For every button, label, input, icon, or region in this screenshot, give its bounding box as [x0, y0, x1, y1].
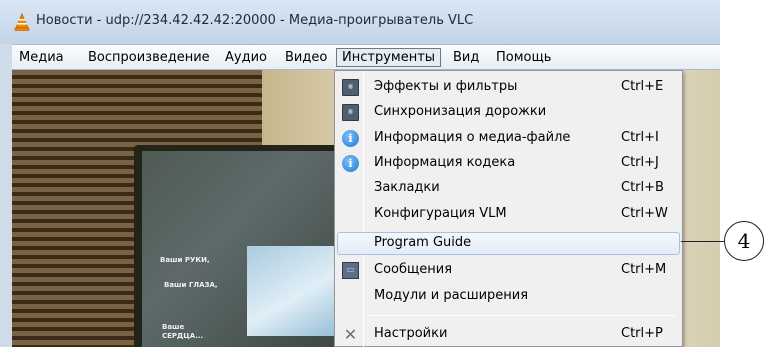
callout-leader-line [681, 241, 724, 242]
menu-item-program-guide[interactable]: Program Guide [337, 232, 680, 255]
menu-item-label: Информация о медиа-файле [374, 130, 571, 145]
menu-item-shortcut: Ctrl+J [621, 155, 659, 170]
menu-item-media-info[interactable]: i Информация о медиа-файле Ctrl+I [337, 127, 680, 150]
menu-item-label: Закладки [374, 180, 440, 195]
menu-item-plugins-extensions[interactable]: Модули и расширения [337, 285, 680, 308]
tools-menu-dropdown: ▤ Эффекты и фильтры Ctrl+E ▤ Синхронизац… [334, 70, 683, 347]
menu-playback[interactable]: Воспроизведение [83, 48, 215, 67]
settings-icon: ✕ [343, 325, 358, 344]
menu-item-shortcut: Ctrl+M [621, 262, 667, 277]
menu-item-label: Сообщения [374, 262, 453, 277]
vlc-cone-icon [14, 12, 30, 31]
menu-item-label: Конфигурация VLM [374, 206, 507, 221]
window-title: Новости - udp://234.42.42.42:20000 - Мед… [36, 13, 474, 28]
info-icon: i [342, 130, 359, 147]
menu-view[interactable]: Вид [448, 48, 484, 67]
menu-item-track-sync[interactable]: ▤ Синхронизация дорожки [337, 101, 680, 124]
menu-bar: Медиа Воспроизведение Аудио Видео Инстру… [12, 44, 720, 70]
menu-item-preferences[interactable]: ✕ Настройки Ctrl+P [337, 323, 680, 346]
menu-item-label: Модули и расширения [374, 288, 529, 303]
info-icon: i [342, 155, 359, 172]
menu-item-label: Информация кодека [374, 155, 516, 170]
menu-item-shortcut: Ctrl+W [621, 206, 668, 221]
video-text: СЕРДЦА... [162, 332, 204, 340]
menu-item-bookmarks[interactable]: Закладки Ctrl+B [337, 177, 680, 200]
menu-item-label: Эффекты и фильтры [374, 79, 518, 94]
menu-audio[interactable]: Аудио [220, 48, 272, 67]
menu-help[interactable]: Помощь [491, 48, 556, 67]
video-screen: Ваши РУКИ, Ваши ГЛАЗА, Ваше СЕРДЦА... [142, 151, 367, 347]
messages-icon: ▭ [342, 262, 359, 279]
menu-item-label: Синхронизация дорожки [374, 104, 547, 119]
tools-icon: ▤ [342, 104, 359, 121]
menu-item-effects-filters[interactable]: ▤ Эффекты и фильтры Ctrl+E [337, 76, 680, 99]
title-bar: Новости - udp://234.42.42.42:20000 - Мед… [0, 0, 720, 44]
video-text: Ваше [162, 323, 185, 331]
video-monitor: Ваши РУКИ, Ваши ГЛАЗА, Ваше СЕРДЦА... [134, 145, 367, 347]
menu-item-codec-info[interactable]: i Информация кодека Ctrl+J [337, 152, 680, 175]
menu-separator [369, 315, 676, 316]
tools-icon: ▤ [342, 79, 359, 96]
menu-media[interactable]: Медиа [14, 48, 69, 67]
menu-item-shortcut: Ctrl+I [621, 130, 659, 145]
video-text: Ваши РУКИ, [160, 256, 210, 264]
menu-item-shortcut: Ctrl+E [621, 79, 664, 94]
menu-item-vlm-config[interactable]: Конфигурация VLM Ctrl+W [337, 203, 680, 226]
video-text: Ваши ГЛАЗА, [164, 281, 218, 289]
callout-number: 4 [724, 221, 764, 261]
menu-item-shortcut: Ctrl+P [621, 326, 663, 341]
menu-video[interactable]: Видео [280, 48, 332, 67]
menu-item-shortcut: Ctrl+B [621, 180, 664, 195]
menu-item-messages[interactable]: ▭ Сообщения Ctrl+M [337, 259, 680, 282]
menu-item-label: Program Guide [374, 235, 472, 250]
menu-tools[interactable]: Инструменты [336, 48, 442, 67]
menu-item-label: Настройки [374, 326, 448, 341]
